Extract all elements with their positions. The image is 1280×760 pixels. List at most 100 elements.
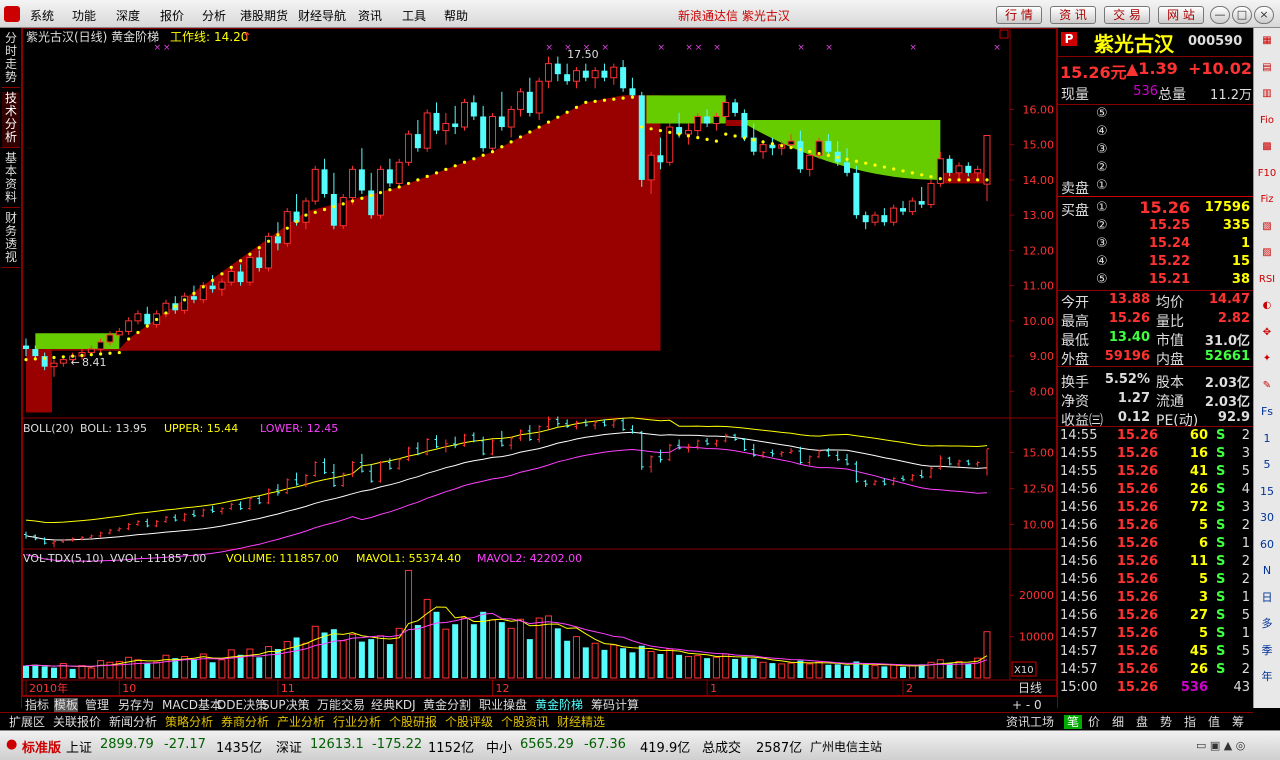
bottom-tab-0[interactable]: 笔 xyxy=(1064,715,1083,729)
bottom-tab-5[interactable]: 指 xyxy=(1184,715,1196,729)
candle[interactable] xyxy=(498,91,505,131)
candle[interactable] xyxy=(395,158,403,187)
candle[interactable] xyxy=(535,77,543,120)
candle[interactable] xyxy=(461,98,469,131)
window-button-2[interactable]: × xyxy=(1254,6,1274,24)
menu-item-1[interactable]: 功能 xyxy=(72,7,96,24)
candle[interactable] xyxy=(442,112,450,145)
toolbar-icon-13[interactable]: ✎ xyxy=(1257,377,1277,395)
toolbar-icon-4[interactable]: ▩ xyxy=(1257,138,1277,156)
candle[interactable] xyxy=(564,63,571,85)
indicator-tab-11[interactable]: 黄金阶梯 xyxy=(535,698,583,712)
candle[interactable] xyxy=(572,67,580,89)
indicator-tab-3[interactable]: 另存为 xyxy=(118,698,154,712)
menu-item-2[interactable]: 深度 xyxy=(116,7,140,24)
candle[interactable] xyxy=(489,112,496,152)
toolbar-icon-3[interactable]: Fio xyxy=(1257,112,1277,130)
window-button-1[interactable]: □ xyxy=(1232,6,1252,24)
info-tab-7[interactable]: 个股研报 xyxy=(389,715,437,729)
candle[interactable] xyxy=(900,201,907,216)
info-tab-1[interactable]: 关联报价 xyxy=(53,715,101,729)
bottom-tab-7[interactable]: 筹 xyxy=(1232,715,1244,729)
toolbar-icon-0[interactable]: ▦ xyxy=(1257,32,1277,50)
indicator-tab-0[interactable]: 指标 xyxy=(25,698,49,712)
candle[interactable] xyxy=(591,67,599,89)
bottom-tab-4[interactable]: 势 xyxy=(1160,715,1172,729)
sh-label[interactable]: 上证 xyxy=(66,737,92,756)
candle[interactable] xyxy=(358,148,365,194)
top-button-3[interactable]: 网 站 xyxy=(1158,6,1204,24)
toolbar-icon-12[interactable]: ✦ xyxy=(1257,350,1277,368)
candle[interactable] xyxy=(694,112,702,138)
toolbar-icon-24[interactable]: 年 xyxy=(1257,668,1277,686)
kline-chart[interactable]: 紫光古汉(日线) 黄金阶梯 工作线: 14.20↑× × × × × × × × × × × × × ×17.… xyxy=(22,28,1057,696)
zx-label[interactable]: 中小 xyxy=(486,737,512,756)
info-tab-right[interactable]: 资讯工场 xyxy=(1006,715,1054,729)
toolbar-icon-21[interactable]: 日 xyxy=(1257,589,1277,607)
toolbar-icon-20[interactable]: N xyxy=(1257,562,1277,580)
candle[interactable] xyxy=(125,317,133,335)
candle[interactable] xyxy=(983,135,991,202)
indicator-tab-5[interactable]: DDE决策 xyxy=(217,698,267,712)
candle[interactable] xyxy=(311,165,319,205)
status-tool-icons[interactable]: ▭ ▣ ▲ ◎ xyxy=(1196,739,1245,752)
indicator-tab-1[interactable]: 模板 xyxy=(54,698,79,712)
left-tab-0[interactable]: 分时走势 xyxy=(2,32,20,88)
server-name[interactable]: 广州电信主站 xyxy=(810,738,882,755)
menu-item-4[interactable]: 分析 xyxy=(202,7,226,24)
candle[interactable] xyxy=(526,77,533,117)
toolbar-icon-22[interactable]: 多 xyxy=(1257,615,1277,633)
candle[interactable] xyxy=(908,197,916,216)
candle[interactable] xyxy=(918,186,925,209)
toolbar-icon-6[interactable]: Fiz xyxy=(1257,191,1277,209)
candle[interactable] xyxy=(134,310,142,325)
menu-item-7[interactable]: 资讯 xyxy=(358,7,382,24)
candle[interactable] xyxy=(871,211,879,226)
bottom-tab-6[interactable]: 值 xyxy=(1208,715,1220,729)
candle[interactable] xyxy=(181,292,189,314)
sz-label[interactable]: 深证 xyxy=(276,737,302,756)
bottom-tab-1[interactable]: 价 xyxy=(1088,715,1100,729)
toolbar-icon-16[interactable]: 5 xyxy=(1257,456,1277,474)
toolbar-icon-5[interactable]: F10 xyxy=(1257,165,1277,183)
toolbar-icon-18[interactable]: 30 xyxy=(1257,509,1277,527)
toolbar-icon-15[interactable]: 1 xyxy=(1257,430,1277,448)
candle[interactable] xyxy=(610,63,618,85)
indicator-tab-2[interactable]: 管理 xyxy=(85,698,109,712)
info-tab-9[interactable]: 个股资讯 xyxy=(501,715,549,729)
info-tab-10[interactable]: 财经精选 xyxy=(557,715,605,729)
toolbar-icon-1[interactable]: ▤ xyxy=(1257,59,1277,77)
candle[interactable] xyxy=(684,123,692,145)
toolbar-icon-19[interactable]: 60 xyxy=(1257,536,1277,554)
toolbar-icon-11[interactable]: ✥ xyxy=(1257,324,1277,342)
candle[interactable] xyxy=(423,109,431,152)
toolbar-icon-2[interactable]: ▥ xyxy=(1257,85,1277,103)
candle[interactable] xyxy=(881,208,888,226)
candle[interactable] xyxy=(862,211,869,230)
candle[interactable] xyxy=(853,165,860,219)
menu-item-0[interactable]: 系统 xyxy=(30,7,54,24)
info-tab-3[interactable]: 策略分析 xyxy=(165,715,213,729)
candle[interactable] xyxy=(927,179,935,209)
candle[interactable] xyxy=(582,63,589,82)
info-tab-5[interactable]: 产业分析 xyxy=(277,715,325,729)
info-tab-2[interactable]: 新闻分析 xyxy=(109,715,157,729)
menu-item-9[interactable]: 帮助 xyxy=(444,7,468,24)
candle[interactable] xyxy=(638,91,645,187)
candle[interactable] xyxy=(722,98,730,120)
indicator-tab-4[interactable]: MACD基本 xyxy=(162,698,222,712)
toolbar-icon-10[interactable]: ◐ xyxy=(1257,297,1277,315)
candle[interactable] xyxy=(386,158,393,187)
candle[interactable] xyxy=(330,172,337,230)
toolbar-icon-23[interactable]: 季 xyxy=(1257,642,1277,660)
candle[interactable] xyxy=(480,105,487,152)
top-button-2[interactable]: 交 易 xyxy=(1104,6,1150,24)
indicator-tab-12[interactable]: 筹码计算 xyxy=(591,698,639,712)
tab-nav-arrows[interactable]: + - 0 xyxy=(1012,698,1042,712)
menu-item-3[interactable]: 报价 xyxy=(160,7,184,24)
toolbar-icon-8[interactable]: ▨ xyxy=(1257,244,1277,262)
info-tab-0[interactable]: 扩展区 xyxy=(9,715,45,729)
candle[interactable] xyxy=(246,253,254,286)
candle[interactable] xyxy=(433,102,440,135)
menu-item-6[interactable]: 财经导航 xyxy=(298,7,346,24)
